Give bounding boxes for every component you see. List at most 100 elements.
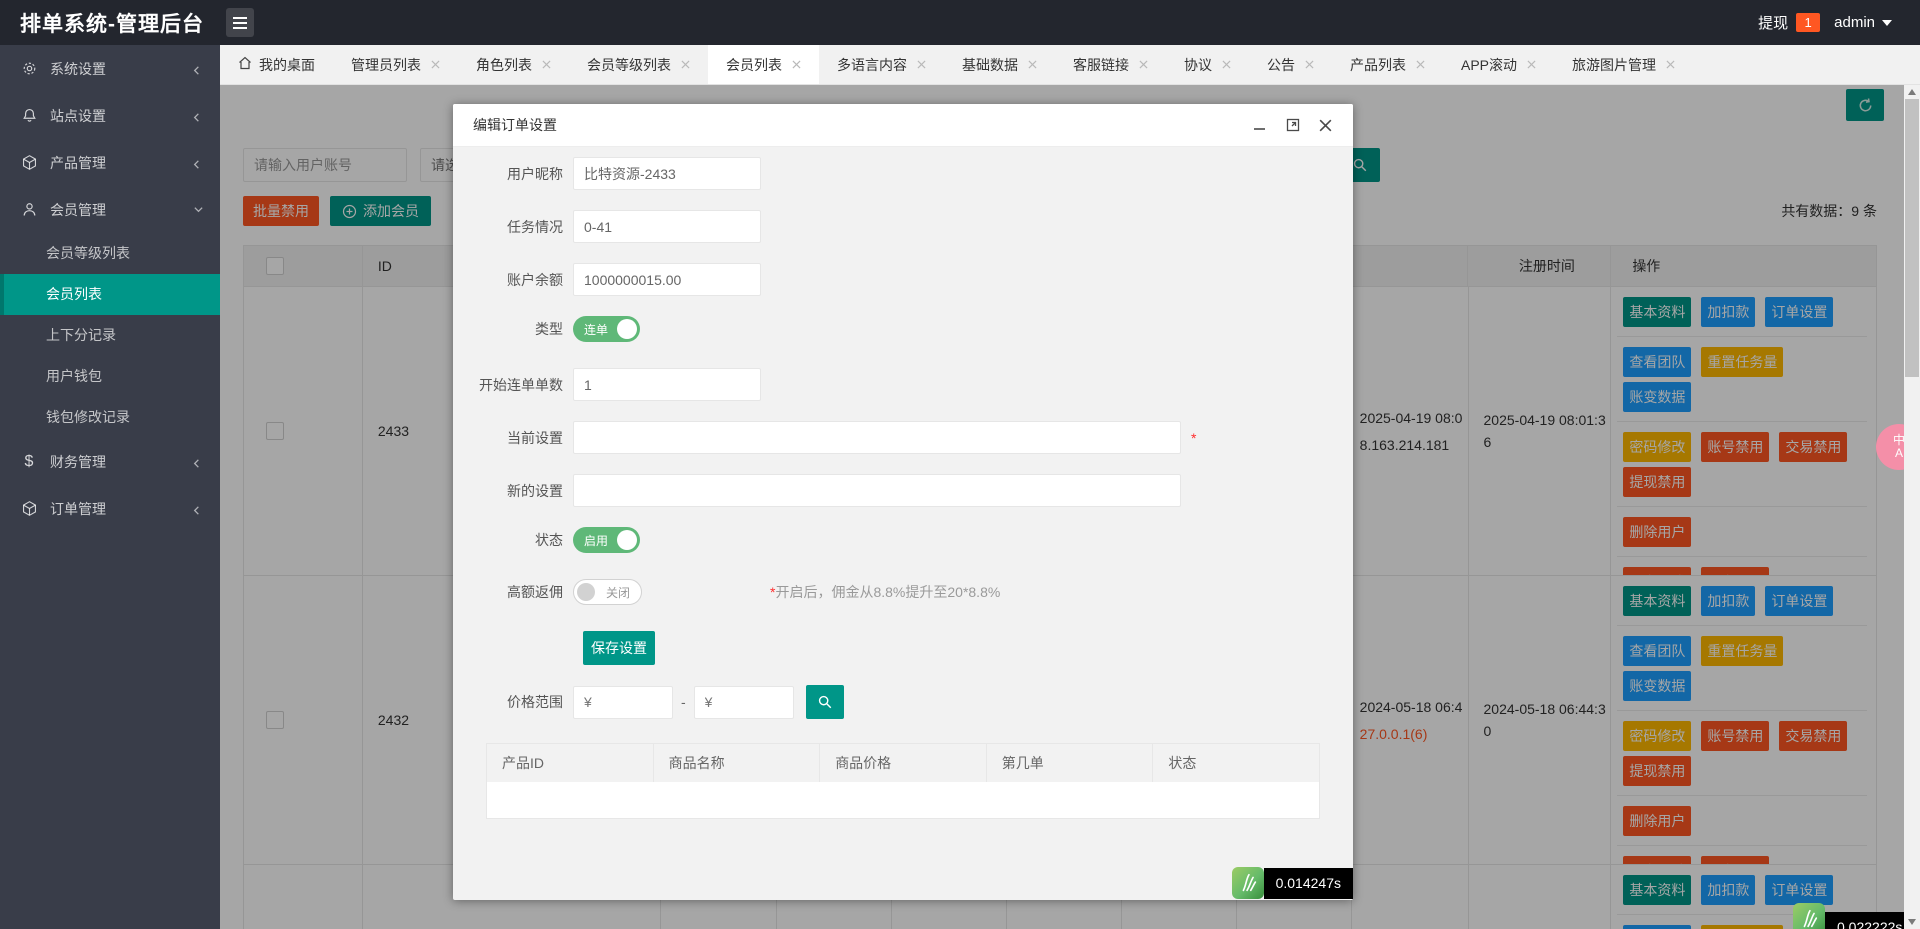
close-icon[interactable] xyxy=(681,60,690,69)
sidebar-item[interactable]: $ 站点设置 xyxy=(0,92,220,139)
sidebar: $ 系统设置 $ xyxy=(0,45,220,929)
new-setting-field[interactable] xyxy=(573,474,1181,507)
sidebar-item-icon: $ xyxy=(20,453,38,471)
user-menu[interactable]: admin xyxy=(1834,14,1892,31)
close-icon[interactable] xyxy=(792,60,801,69)
tab-label: 会员等级列表 xyxy=(587,55,671,75)
close-icon[interactable] xyxy=(1222,60,1231,69)
tab-label: 产品列表 xyxy=(1350,55,1406,75)
sidebar-subitem[interactable]: 钱包修改记录 xyxy=(0,397,220,438)
close-icon[interactable] xyxy=(1318,118,1333,133)
rebate-note: *开启后，佣金从8.8%提升至20*8.8% xyxy=(770,582,1000,602)
close-icon[interactable] xyxy=(917,60,926,69)
sidebar-item-icon: $ xyxy=(20,500,38,518)
close-icon[interactable] xyxy=(431,60,440,69)
close-icon[interactable] xyxy=(1139,60,1148,69)
product-table-empty-body xyxy=(487,782,1319,818)
balance-field[interactable] xyxy=(573,263,761,296)
sidebar-item-icon: $ xyxy=(20,107,38,125)
tab[interactable]: 公告 xyxy=(1249,45,1332,84)
scrollbar[interactable] xyxy=(1904,85,1920,929)
tab[interactable]: 产品列表 xyxy=(1332,45,1443,84)
tab-label: 我的桌面 xyxy=(259,55,315,75)
edit-order-settings-modal: 编辑订单设置 用户昵称 任务情况 xyxy=(453,104,1353,900)
tab-label: 客服链接 xyxy=(1073,55,1129,75)
price-search-button[interactable] xyxy=(806,685,844,719)
tab-label: 管理员列表 xyxy=(351,55,421,75)
sidebar-item[interactable]: $ 财务管理 xyxy=(0,438,220,485)
task-field[interactable] xyxy=(573,210,761,243)
tab[interactable]: 旅游图片管理 xyxy=(1554,45,1693,84)
sidebar-item[interactable]: $ 系统设置 xyxy=(0,45,220,92)
tab[interactable]: 多语言内容 xyxy=(819,45,944,84)
tab[interactable]: 协议 xyxy=(1166,45,1249,84)
product-table-header: 产品ID 商品名称 商品价格 第几单 状态 xyxy=(487,744,1319,782)
status-label: 状态 xyxy=(453,530,573,550)
price-max-field[interactable] xyxy=(694,686,794,719)
tab-label: 基础数据 xyxy=(962,55,1018,75)
chevron-icon xyxy=(191,157,202,168)
sidebar-item-label: 会员管理 xyxy=(50,200,191,220)
modal-body: 用户昵称 任务情况 账户余额 类型 连单 开始连单单数 当前设置 xyxy=(453,147,1353,900)
modal-timer-value: 0.014247s xyxy=(1264,868,1353,899)
sidebar-submenu: 会员等级列表会员列表上下分记录用户钱包钱包修改记录 xyxy=(0,233,220,438)
withdraw-link[interactable]: 提现 1 xyxy=(1758,12,1820,33)
tab-label: APP滚动 xyxy=(1461,55,1517,75)
close-icon[interactable] xyxy=(1666,60,1675,69)
hamburger-menu-icon[interactable] xyxy=(226,8,254,37)
maximize-icon[interactable] xyxy=(1285,117,1301,133)
tab-label: 角色列表 xyxy=(476,55,532,75)
sidebar-subitem[interactable]: 上下分记录 xyxy=(0,315,220,356)
tab[interactable]: 会员等级列表 xyxy=(569,45,708,84)
withdraw-count-badge: 1 xyxy=(1796,13,1820,32)
rebate-toggle[interactable]: 关闭 xyxy=(573,579,642,605)
nickname-label: 用户昵称 xyxy=(453,164,573,184)
tab[interactable]: 角色列表 xyxy=(458,45,569,84)
sidebar-item[interactable]: $ 产品管理 xyxy=(0,139,220,186)
scroll-up-arrow[interactable] xyxy=(1904,85,1920,99)
start-count-label: 开始连单单数 xyxy=(453,375,573,395)
save-settings-button[interactable]: 保存设置 xyxy=(583,631,655,665)
scroll-down-arrow[interactable] xyxy=(1904,915,1920,929)
balance-label: 账户余额 xyxy=(453,270,573,290)
sidebar-subitem[interactable]: 会员列表 xyxy=(0,274,220,315)
product-table: 产品ID 商品名称 商品价格 第几单 状态 xyxy=(486,743,1320,819)
tab[interactable]: 管理员列表 xyxy=(333,45,458,84)
tab[interactable]: 基础数据 xyxy=(944,45,1055,84)
close-icon[interactable] xyxy=(1527,60,1536,69)
type-toggle[interactable]: 连单 xyxy=(573,316,640,342)
tab-label: 公告 xyxy=(1267,55,1295,75)
tab-label: 旅游图片管理 xyxy=(1572,55,1656,75)
tab[interactable]: 我的桌面 xyxy=(220,45,333,84)
tab-label: 会员列表 xyxy=(726,55,782,75)
close-icon[interactable] xyxy=(542,60,551,69)
price-min-field[interactable] xyxy=(573,686,673,719)
minimize-icon[interactable] xyxy=(1252,117,1268,133)
modal-load-timer: 0.014247s xyxy=(1232,867,1353,899)
close-icon[interactable] xyxy=(1416,60,1425,69)
sidebar-item[interactable]: $ 会员管理 xyxy=(0,186,220,233)
tab[interactable]: 会员列表 xyxy=(708,45,819,84)
price-range-label: 价格范围 xyxy=(453,692,573,712)
tab[interactable]: APP滚动 xyxy=(1443,45,1554,84)
status-toggle[interactable]: 启用 xyxy=(573,527,640,553)
current-setting-field[interactable] xyxy=(573,421,1181,454)
type-label: 类型 xyxy=(453,319,573,339)
scrollbar-thumb[interactable] xyxy=(1905,99,1919,377)
nickname-field[interactable] xyxy=(573,157,761,190)
chevron-icon xyxy=(191,110,202,121)
col-product-id: 产品ID xyxy=(487,744,654,782)
sidebar-item[interactable]: $ 订单管理 xyxy=(0,485,220,532)
current-setting-label: 当前设置 xyxy=(453,428,573,448)
username: admin xyxy=(1834,14,1875,31)
close-icon[interactable] xyxy=(1305,60,1314,69)
start-count-field[interactable] xyxy=(573,368,761,401)
sidebar-item-label: 产品管理 xyxy=(50,153,191,173)
sidebar-subitem[interactable]: 用户钱包 xyxy=(0,356,220,397)
sidebar-item-label: 系统设置 xyxy=(50,59,191,79)
close-icon[interactable] xyxy=(1028,60,1037,69)
chevron-icon xyxy=(191,204,202,215)
app-root: 排单系统-管理后台 提现 1 admin $ xyxy=(0,0,1920,929)
sidebar-subitem[interactable]: 会员等级列表 xyxy=(0,233,220,274)
tab[interactable]: 客服链接 xyxy=(1055,45,1166,84)
